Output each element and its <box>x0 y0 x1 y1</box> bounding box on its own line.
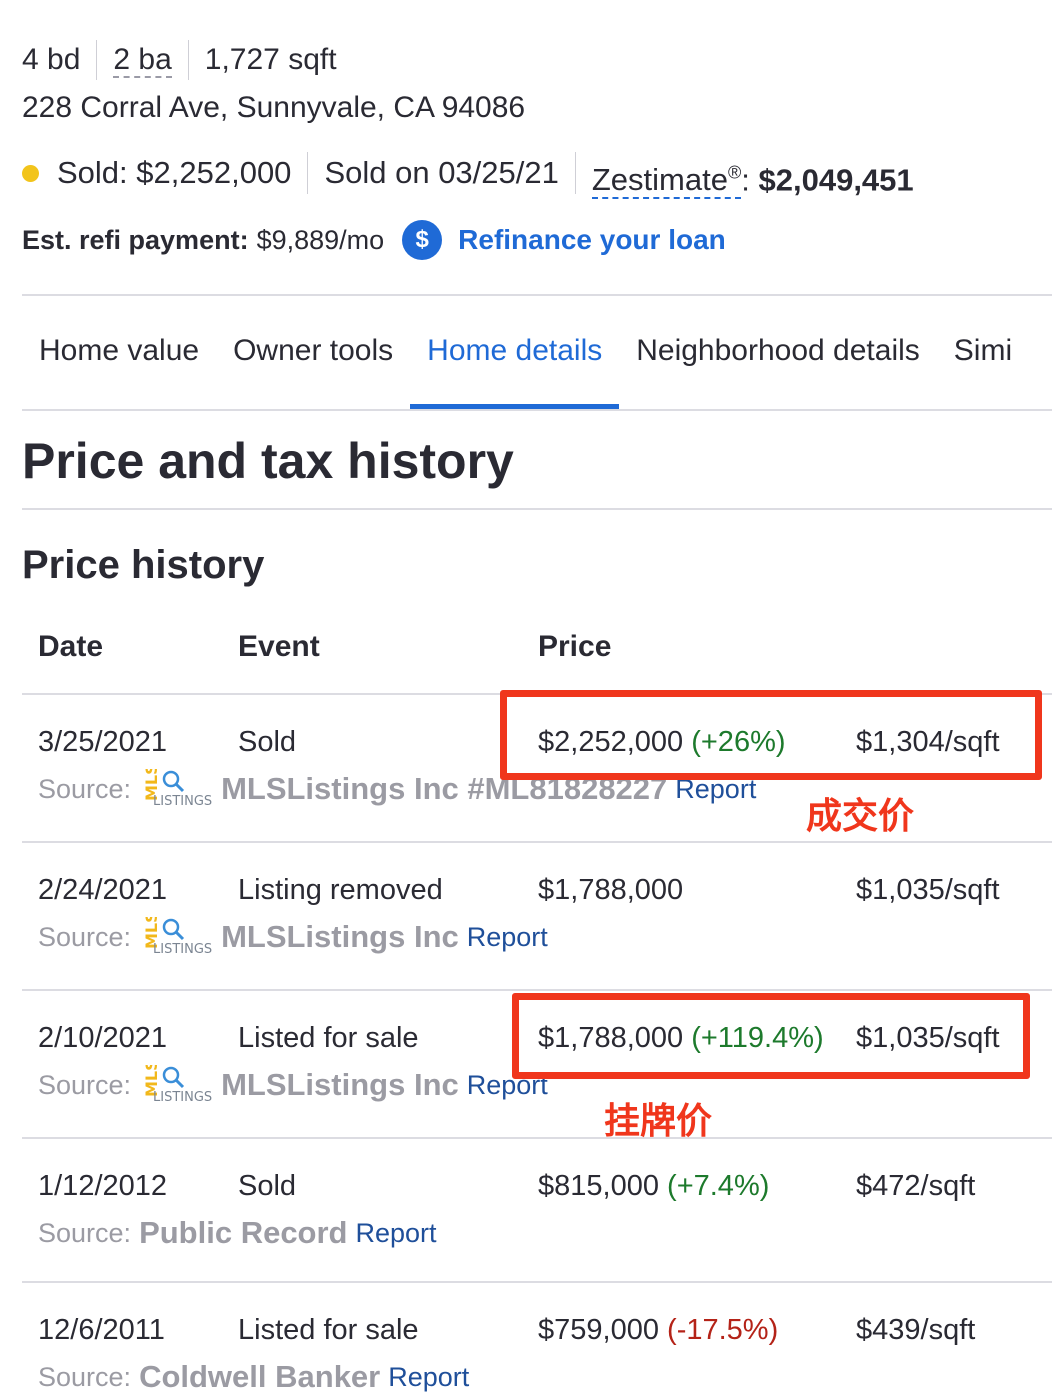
mls-listings-logo-icon: MLSLISTINGS <box>142 769 212 809</box>
divider <box>22 508 1052 510</box>
sold-price: Sold: $2,252,000 <box>57 155 292 190</box>
row-date: 12/6/2011 <box>38 1314 165 1346</box>
source-label: Source: <box>38 774 132 804</box>
row-source: Source: Public Record Report <box>38 1213 437 1253</box>
baths-count[interactable]: 2 ba <box>113 43 172 78</box>
report-link[interactable]: Report <box>388 1357 469 1397</box>
report-link[interactable]: Report <box>467 917 548 957</box>
row-price: $1,788,000 <box>538 870 683 910</box>
price-change: (+7.4%) <box>667 1170 770 1202</box>
price-value: $815,000 <box>538 1170 659 1202</box>
zestimate-label: Zestimate <box>591 162 728 198</box>
source-label: Source: <box>38 922 132 952</box>
section-title: Price and tax history <box>22 433 514 489</box>
baths-count-wrapper: 2 ba <box>96 40 187 80</box>
tab-similar[interactable]: Simi <box>937 296 1029 410</box>
subsection-title: Price history <box>22 543 265 587</box>
row-source: Source: Coldwell Banker Report <box>38 1357 469 1397</box>
status-dot-icon <box>22 164 39 182</box>
source-name: Coldwell Banker <box>139 1359 381 1394</box>
divider <box>22 989 1052 991</box>
row-price: $759,000 (-17.5%) <box>538 1310 778 1350</box>
row-date: 3/25/2021 <box>38 726 168 758</box>
row-event: Listed for sale <box>238 1022 419 1054</box>
row-price-per-sqft: $1,035/sqft <box>856 874 1000 906</box>
property-address: 228 Corral Ave, Sunnyvale, CA 94086 <box>22 91 526 124</box>
section-tabs: Home value Owner tools Home details Neig… <box>22 296 1029 410</box>
sale-status-line: Sold: $2,252,000 Sold on 03/25/21 Zestim… <box>22 150 930 200</box>
source-name: MLSListings Inc <box>221 919 459 954</box>
table-row: 1/12/2012 Sold $815,000 (+7.4%) $472/sqf… <box>22 1166 1052 1266</box>
column-header-event: Event <box>238 630 320 663</box>
table-row: 2/24/2021 Listing removed $1,788,000 $1,… <box>22 870 1052 970</box>
row-event: Listing removed <box>238 874 443 906</box>
dollar-icon: $ <box>402 220 443 260</box>
mls-listings-logo-icon: MLSLISTINGS <box>142 917 212 957</box>
zestimate: Zestimate®: $2,049,451 <box>574 152 930 200</box>
source-label: Source: <box>38 1070 132 1100</box>
row-event: Sold <box>238 1170 297 1202</box>
row-source: Source: MLS LISTINGS MLSListings Inc Repo… <box>38 917 548 957</box>
zestimate-value: $2,049,451 <box>758 162 914 198</box>
mls-listings-logo-icon: MLSLISTINGS <box>142 1065 212 1105</box>
source-name: Public Record <box>139 1215 348 1250</box>
report-link[interactable]: Report <box>356 1213 437 1253</box>
zestimate-link[interactable]: Zestimate® <box>591 162 742 200</box>
tab-neighborhood-details[interactable]: Neighborhood details <box>619 296 937 410</box>
row-source: Source: MLS LISTINGS MLSListings Inc Repo… <box>38 1065 548 1105</box>
zestimate-separator: : <box>741 162 750 198</box>
registered-mark: ® <box>727 163 742 183</box>
row-price-per-sqft: $472/sqft <box>856 1170 976 1202</box>
list-price-annotation: 挂牌价 <box>604 1100 713 1141</box>
tab-owner-tools[interactable]: Owner tools <box>216 296 410 410</box>
row-event: Listed for sale <box>238 1314 419 1346</box>
refinance-link[interactable]: Refinance your loan <box>458 224 726 256</box>
source-name: MLSListings Inc <box>221 1067 459 1102</box>
row-price: $815,000 (+7.4%) <box>538 1166 769 1206</box>
source-label: Source: <box>38 1218 132 1248</box>
sold-price-annotation: 成交价 <box>806 795 915 836</box>
refi-line: Est. refi payment: $9,889/mo $ Refinance… <box>22 218 726 262</box>
refi-label: Est. refi payment: <box>22 224 249 255</box>
sold-date: Sold on 03/25/21 <box>307 152 574 194</box>
column-header-price: Price <box>538 630 612 663</box>
row-date: 2/24/2021 <box>38 874 168 906</box>
highlight-box-listed <box>512 993 1030 1079</box>
price-change: (-17.5%) <box>667 1314 779 1346</box>
divider <box>22 841 1052 843</box>
svg-text:LISTINGS: LISTINGS <box>153 794 212 809</box>
svg-text:LISTINGS: LISTINGS <box>153 1090 212 1105</box>
source-label: Source: <box>38 1362 132 1392</box>
svg-text:LISTINGS: LISTINGS <box>153 942 212 957</box>
price-value: $759,000 <box>538 1314 659 1346</box>
divider <box>22 409 1052 411</box>
price-value: $1,788,000 <box>538 874 684 906</box>
refi-value: $9,889/mo <box>256 224 385 255</box>
divider <box>22 1137 1052 1139</box>
row-event: Sold <box>238 726 297 758</box>
sqft-value: 1,727 sqft <box>187 40 353 80</box>
tab-home-value[interactable]: Home value <box>22 296 216 410</box>
row-price-per-sqft: $439/sqft <box>856 1314 976 1346</box>
home-facts: 4 bd 2 ba 1,727 sqft <box>22 38 353 82</box>
beds-count: 4 bd <box>22 43 81 76</box>
divider <box>22 1281 1052 1283</box>
column-header-date: Date <box>38 630 104 663</box>
highlight-box-sold <box>500 690 1042 780</box>
table-row: 12/6/2011 Listed for sale $759,000 (-17.… <box>22 1310 1052 1398</box>
row-date: 2/10/2021 <box>38 1022 168 1054</box>
row-date: 1/12/2012 <box>38 1170 168 1202</box>
tab-home-details[interactable]: Home details <box>410 296 620 410</box>
